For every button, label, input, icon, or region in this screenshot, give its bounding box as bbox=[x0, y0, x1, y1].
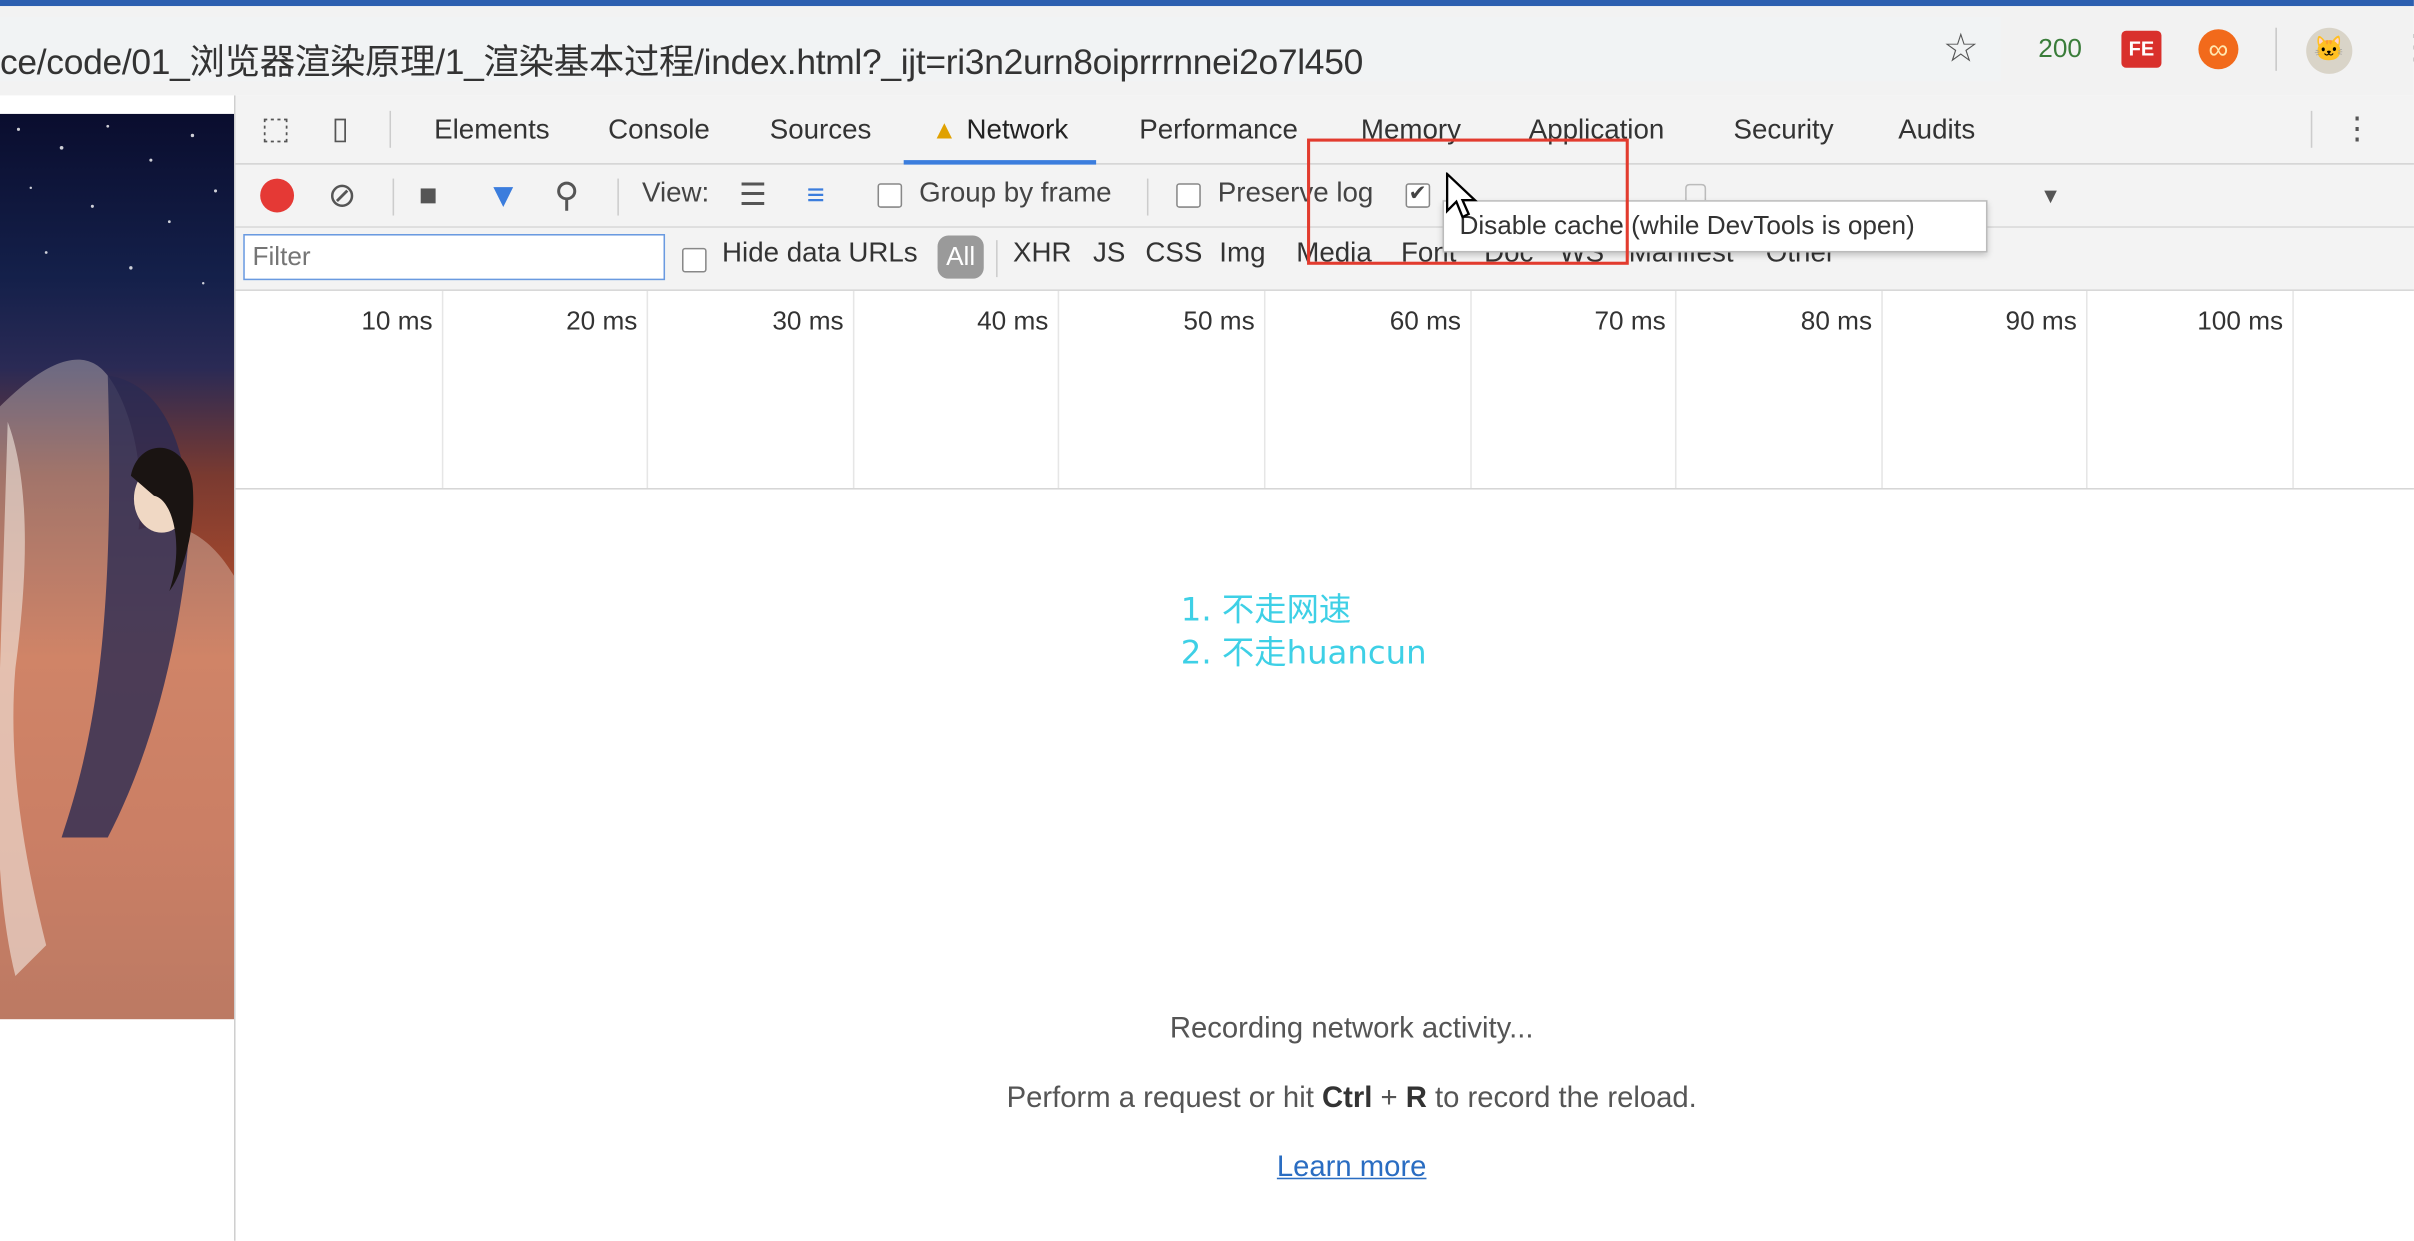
browser-menu-icon[interactable]: ⋮ bbox=[2399, 30, 2414, 65]
tab-network-label: Network bbox=[966, 113, 1069, 145]
filter-type-all[interactable]: All bbox=[937, 235, 984, 279]
tab-audits[interactable]: Audits bbox=[1898, 95, 1975, 160]
search-icon[interactable]: ⚲ bbox=[554, 174, 579, 217]
poster-image bbox=[0, 113, 235, 1020]
reload-hint-text: Perform a request or hit Ctrl + R to rec… bbox=[236, 1082, 2414, 1116]
tab-security[interactable]: Security bbox=[1733, 95, 1833, 160]
annotation-line: 1. 不走网速 bbox=[1180, 591, 1352, 629]
preserve-log-checkbox[interactable] bbox=[1176, 183, 1201, 208]
timeline-gridline bbox=[852, 290, 855, 489]
toolbar-divider bbox=[2275, 27, 2277, 71]
inspect-element-icon[interactable]: ⬚ bbox=[257, 111, 294, 148]
waterfall-overview-icon[interactable]: ≡ bbox=[807, 174, 825, 217]
fe-extension-icon[interactable]: FE bbox=[2121, 30, 2162, 68]
hint-text: Perform a request or hit bbox=[1006, 1082, 1322, 1115]
timeline-gridline bbox=[1470, 290, 1472, 489]
hint-key-r: R bbox=[1405, 1082, 1427, 1115]
filter-funnel-icon[interactable]: ▼ bbox=[486, 174, 520, 217]
group-by-frame-checkbox[interactable] bbox=[877, 183, 903, 208]
timeline-tick-label: 30 ms bbox=[772, 306, 844, 336]
timeline-gridline bbox=[2086, 290, 2088, 489]
tab-sources[interactable]: Sources bbox=[770, 95, 872, 160]
timeline-gridline bbox=[1674, 290, 1677, 489]
timeline-tick-label: 50 ms bbox=[1183, 306, 1255, 336]
filter-input[interactable] bbox=[243, 234, 666, 281]
timeline-gridline bbox=[1881, 290, 1883, 489]
annotation-line: 2. 不走huancun bbox=[1180, 634, 1427, 672]
timeline-tick-label: 80 ms bbox=[1800, 306, 1873, 336]
tab-divider bbox=[2310, 110, 2313, 148]
network-overview-timeline[interactable]: 10 ms 20 ms 30 ms 40 ms 50 ms 60 ms 70 ms 80 ms… bbox=[235, 290, 2414, 490]
timeline-tick-label: 70 ms bbox=[1594, 306, 1666, 336]
tab-network[interactable]: ▲ Network bbox=[903, 95, 1096, 165]
extension-status-badge[interactable]: 200 bbox=[2038, 34, 2082, 65]
timeline-gridline bbox=[646, 290, 649, 489]
group-by-frame-label[interactable]: Group by frame bbox=[919, 177, 1112, 209]
hint-key-ctrl: Ctrl bbox=[1321, 1082, 1373, 1115]
screenshot-camera-icon[interactable]: ■ bbox=[419, 174, 438, 217]
tab-performance[interactable]: Performance bbox=[1139, 95, 1298, 160]
record-button[interactable] bbox=[260, 178, 295, 213]
filter-type-img[interactable]: Img bbox=[1219, 237, 1265, 269]
timeline-tick-label: 40 ms bbox=[977, 306, 1049, 336]
mouse-cursor-icon bbox=[1445, 172, 1478, 219]
toolbar-divider bbox=[392, 178, 395, 216]
filter-type-js[interactable]: JS bbox=[1093, 237, 1125, 269]
filter-divider bbox=[996, 240, 998, 278]
filter-type-xhr[interactable]: XHR bbox=[1013, 237, 1072, 269]
timeline-tick-label: 10 ms bbox=[361, 306, 433, 336]
bookmark-star-icon[interactable]: ☆ bbox=[1943, 28, 1979, 68]
large-rows-icon[interactable]: ☰ bbox=[739, 174, 767, 217]
page-viewport bbox=[0, 95, 235, 1241]
infinity-extension-icon[interactable]: ∞ bbox=[2198, 29, 2239, 70]
browser-toolbar: ce/code/01_浏览器渲染原理/1_渲染基本过程/index.html?_… bbox=[0, 6, 2414, 96]
timeline-tick-label: 20 ms bbox=[566, 306, 638, 336]
recording-status-text: Recording network activity... bbox=[1169, 1012, 1534, 1046]
view-label: View: bbox=[641, 177, 710, 208]
devtools-panel: ⬚ ▯ Elements Console Sources ▲ Network Pe… bbox=[234, 95, 2414, 1241]
throttling-dropdown-arrow-icon[interactable]: ▼ bbox=[2040, 174, 2061, 217]
timeline-tick-label: 100 ms bbox=[2197, 306, 2284, 336]
timeline-gridline bbox=[1057, 290, 1060, 489]
timeline-tick-label: 60 ms bbox=[1389, 306, 1461, 336]
filter-type-css[interactable]: CSS bbox=[1145, 237, 1202, 269]
tab-elements[interactable]: Elements bbox=[434, 95, 550, 160]
hint-text: to record the reload. bbox=[1426, 1082, 1697, 1115]
hide-data-urls-checkbox[interactable] bbox=[681, 247, 707, 273]
screen: ce/code/01_浏览器渲染原理/1_渲染基本过程/index.html?_… bbox=[0, 0, 2414, 1241]
profile-avatar-icon[interactable]: 🐱 bbox=[2306, 27, 2353, 74]
timeline-tick-label: 90 ms bbox=[2005, 306, 2077, 336]
hint-plus: + bbox=[1372, 1082, 1406, 1115]
learn-more-link[interactable]: Learn more bbox=[1277, 1152, 1427, 1184]
address-bar[interactable]: ce/code/01_浏览器渲染原理/1_渲染基本过程/index.html?_… bbox=[0, 16, 2002, 84]
tab-console[interactable]: Console bbox=[608, 95, 710, 160]
url-text[interactable]: ce/code/01_浏览器渲染原理/1_渲染基本过程/index.html?_… bbox=[0, 32, 1363, 84]
clear-icon[interactable]: ⊘ bbox=[328, 174, 356, 217]
toolbar-divider bbox=[617, 178, 619, 216]
device-toolbar-icon[interactable]: ▯ bbox=[322, 111, 359, 148]
timeline-gridline bbox=[2292, 290, 2294, 489]
handwritten-annotation: 1. 不走网速 2. 不走huancun bbox=[1181, 588, 1427, 674]
tab-divider bbox=[389, 110, 392, 148]
timeline-gridline bbox=[1263, 290, 1266, 489]
devtools-menu-icon[interactable]: ⋮ bbox=[2339, 111, 2376, 148]
hide-data-urls-label[interactable]: Hide data URLs bbox=[722, 237, 918, 269]
warning-icon: ▲ bbox=[931, 115, 958, 145]
timeline-gridline bbox=[441, 290, 444, 489]
learn-more-row: Learn more bbox=[236, 1152, 2414, 1186]
toolbar-divider bbox=[1146, 178, 1149, 216]
timeline-tick-label: 1 bbox=[2366, 306, 2414, 337]
